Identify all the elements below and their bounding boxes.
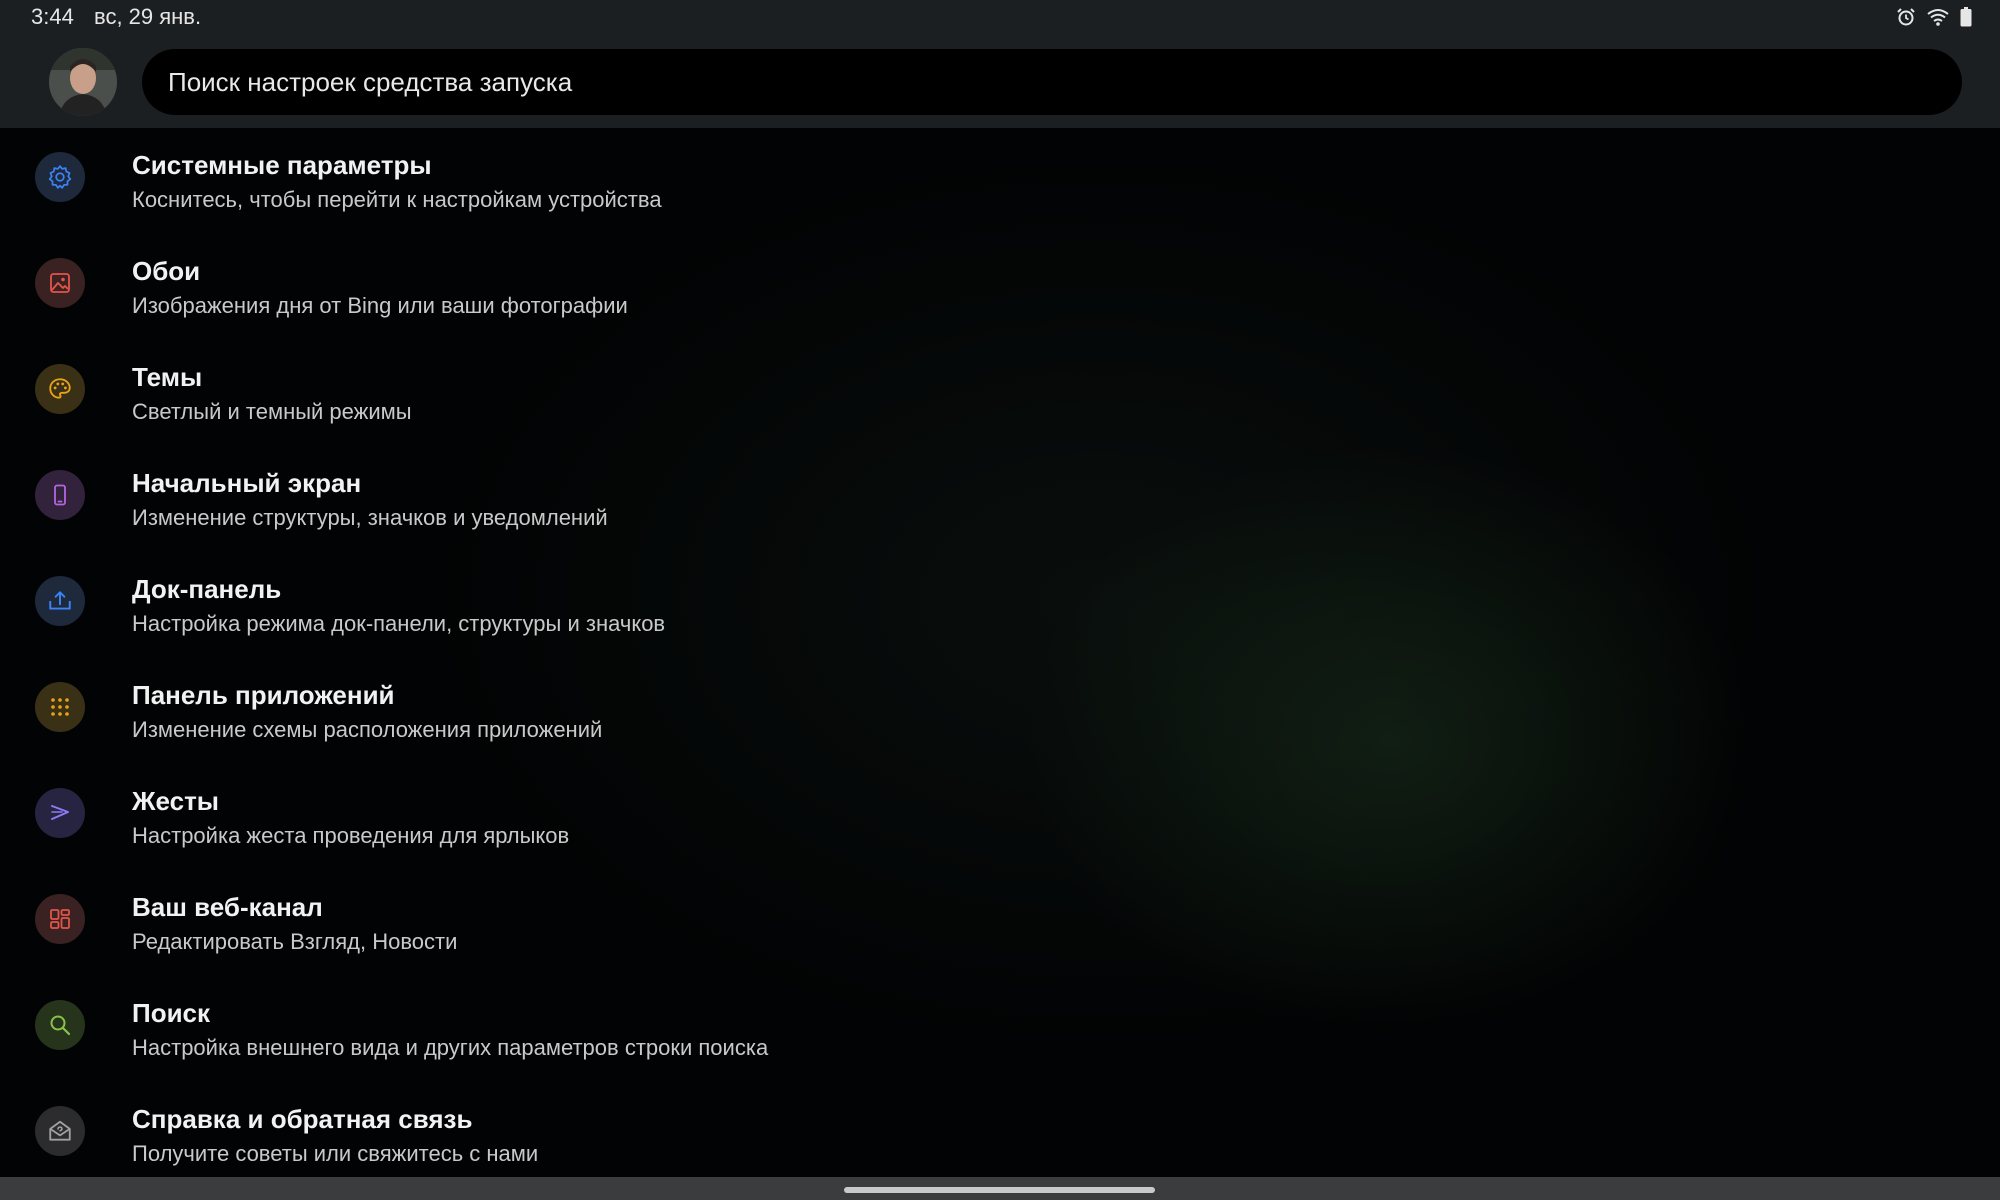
settings-item-subtitle: Редактировать Взгляд, Новости — [132, 929, 458, 954]
search-settings-input[interactable]: Поиск настроек средства запуска — [142, 49, 1962, 115]
settings-item-system[interactable]: Системные параметры Коснитесь, чтобы пер… — [0, 128, 2000, 234]
navigation-bar — [0, 1177, 2000, 1200]
gesture-handle[interactable] — [844, 1187, 1155, 1193]
status-icons — [1896, 7, 1972, 27]
gear-icon — [35, 152, 85, 202]
settings-item-themes[interactable]: Темы Светлый и темный режимы — [0, 340, 2000, 446]
settings-item-help[interactable]: Справка и обратная связь Получите советы… — [0, 1082, 2000, 1188]
launcher-settings-screen: 3:44 вс, 29 янв. Поиск настроек средства… — [0, 0, 2000, 1200]
wifi-icon — [1926, 7, 1950, 27]
settings-list: Системные параметры Коснитесь, чтобы пер… — [0, 128, 2000, 1188]
settings-item-subtitle: Изменение схемы расположения приложений — [132, 717, 603, 742]
settings-item-dock[interactable]: Док-панель Настройка режима док-панели, … — [0, 552, 2000, 658]
settings-item-title: Темы — [132, 362, 203, 392]
settings-item-title: Начальный экран — [132, 468, 362, 498]
settings-item-title: Ваш веб-канал — [132, 892, 323, 922]
settings-item-title: Системные параметры — [132, 150, 432, 180]
settings-item-gestures[interactable]: Жесты Настройка жеста проведения для ярл… — [0, 764, 2000, 870]
image-icon — [35, 258, 85, 308]
settings-item-title: Поиск — [132, 998, 211, 1028]
settings-item-subtitle: Настройка режима док-панели, структуры и… — [132, 611, 666, 636]
settings-item-title: Панель приложений — [132, 680, 395, 710]
settings-item-subtitle: Получите советы или свяжитесь с нами — [132, 1141, 539, 1166]
battery-icon — [1960, 7, 1972, 27]
settings-item-title: Обои — [132, 256, 201, 286]
dashboard-icon — [35, 894, 85, 944]
grid-dots-icon — [35, 682, 85, 732]
settings-item-subtitle: Коснитесь, чтобы перейти к настройкам ус… — [132, 187, 662, 212]
status-date: вс, 29 янв. — [94, 4, 202, 29]
settings-item-title: Справка и обратная связь — [132, 1104, 473, 1134]
settings-item-search[interactable]: Поиск Настройка внешнего вида и других п… — [0, 976, 2000, 1082]
avatar-photo — [49, 48, 117, 116]
search-icon — [35, 1000, 85, 1050]
alarm-icon — [1896, 7, 1916, 27]
phone-icon — [35, 470, 85, 520]
settings-item-home-screen[interactable]: Начальный экран Изменение структуры, зна… — [0, 446, 2000, 552]
upload-tray-icon — [35, 576, 85, 626]
header: 3:44 вс, 29 янв. Поиск настроек средства… — [0, 0, 2000, 128]
settings-item-title: Док-панель — [132, 574, 282, 604]
settings-item-subtitle: Изменение структуры, значков и уведомлен… — [132, 505, 608, 530]
settings-item-feed[interactable]: Ваш веб-канал Редактировать Взгляд, Ново… — [0, 870, 2000, 976]
settings-item-subtitle: Настройка жеста проведения для ярлыков — [132, 823, 570, 848]
settings-item-subtitle: Изображения дня от Bing или ваши фотогра… — [132, 293, 628, 318]
settings-item-app-drawer[interactable]: Панель приложений Изменение схемы распол… — [0, 658, 2000, 764]
status-time: 3:44 — [31, 4, 74, 29]
settings-item-title: Жесты — [132, 786, 220, 816]
status-bar: 3:44 вс, 29 янв. — [0, 0, 2000, 36]
palette-icon — [35, 364, 85, 414]
settings-item-subtitle: Светлый и темный режимы — [132, 399, 412, 424]
settings-item-subtitle: Настройка внешнего вида и других парамет… — [132, 1035, 769, 1060]
help-envelope-icon — [35, 1106, 85, 1156]
settings-item-wallpaper[interactable]: Обои Изображения дня от Bing или ваши фо… — [0, 234, 2000, 340]
profile-avatar[interactable] — [49, 48, 117, 116]
search-placeholder: Поиск настроек средства запуска — [168, 66, 573, 97]
gesture-icon — [35, 788, 85, 838]
